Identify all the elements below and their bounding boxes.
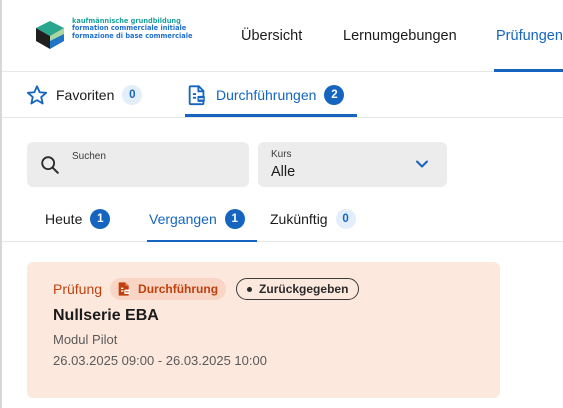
card-meta-row: Prüfung Durchführung Zurückgegeben [53, 278, 360, 300]
tab-durchfuehrungen-label: Durchführungen [216, 87, 317, 103]
status-badge: Zurückgegeben [236, 278, 360, 300]
time-tabs-bar: Heute 1 Vergangen 1 Zukünftig 0 [2, 200, 563, 242]
nav-uebersicht[interactable]: Übersicht [241, 28, 302, 44]
subtab-active-indicator [185, 114, 357, 117]
subtabs-bar: Favoriten 0 Durchführungen 2 [2, 72, 563, 118]
status-dot-icon [247, 286, 253, 292]
tab-favoriten-label: Favoriten [56, 87, 115, 103]
durchfuehrung-chip-label: Durchführung [138, 282, 219, 296]
tab-zukuenftig[interactable]: Zukünftig 0 [270, 209, 356, 229]
star-icon [26, 84, 48, 106]
tab-zukuenftig-label: Zukünftig [270, 211, 328, 227]
top-navigation: kaufmännische grundbildung formation com… [2, 0, 563, 72]
tab-heute-label: Heute [45, 211, 83, 227]
vergangen-count-badge: 1 [224, 209, 245, 229]
nav-pruefungen[interactable]: Prüfungen [496, 28, 563, 44]
document-execution-icon [186, 84, 208, 106]
tab-vergangen-label: Vergangen [149, 211, 217, 227]
kurs-label: Kurs [271, 149, 292, 160]
zukuenftig-count-badge: 0 [335, 209, 356, 229]
card-subtitle: Modul Pilot [53, 332, 118, 347]
timetab-active-indicator [147, 240, 257, 242]
chevron-down-icon [416, 160, 428, 168]
tab-favoriten[interactable]: Favoriten 0 [26, 80, 143, 110]
kurs-select[interactable]: Kurs Alle [258, 142, 447, 187]
durchfuehrung-chip: Durchführung [110, 278, 227, 300]
search-input[interactable]: Suchen [27, 142, 249, 187]
heute-count-badge: 1 [90, 209, 111, 229]
search-label: Suchen [72, 151, 106, 162]
logo-icon [36, 21, 64, 49]
tab-durchfuehrungen[interactable]: Durchführungen 2 [186, 80, 345, 110]
kurs-value: Alle [271, 164, 296, 180]
status-badge-label: Zurückgegeben [259, 282, 349, 296]
card-date-range: 26.03.2025 09:00 - 26.03.2025 10:00 [53, 353, 267, 368]
tab-heute[interactable]: Heute 1 [45, 209, 111, 229]
card-type-label: Prüfung [53, 281, 103, 297]
tab-vergangen[interactable]: Vergangen 1 [149, 209, 245, 229]
exam-card[interactable]: Prüfung Durchführung Zurückgegeben Nulls… [27, 262, 500, 398]
durchfuehrungen-count-badge: 2 [324, 85, 345, 105]
brand-wordmark[interactable]: kaufmännische grundbildung formation com… [72, 17, 193, 40]
brand-line-3: formazione di base commerciale [72, 31, 193, 40]
search-icon [41, 156, 59, 174]
document-execution-icon [118, 282, 130, 296]
card-title: Nullserie EBA [53, 307, 159, 324]
nav-lernumgebungen[interactable]: Lernumgebungen [343, 28, 457, 44]
favoriten-count-badge: 0 [122, 85, 143, 105]
